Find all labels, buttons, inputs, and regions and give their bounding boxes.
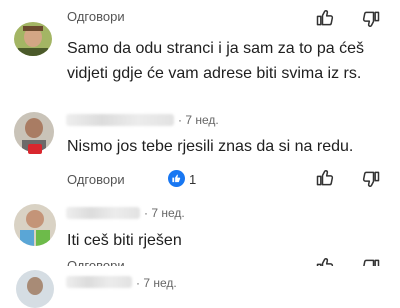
author-name[interactable] [66,207,140,219]
author-name[interactable] [66,114,174,126]
thumbs-down-icon[interactable] [360,9,382,29]
blue-like-badge-icon [168,170,185,187]
comment-text: Nismo jos tebe rjesili znas da si na red… [67,138,354,155]
comment-time: · 7 нед. [136,276,177,290]
comment-time: · 7 нед. [144,206,185,220]
author-name[interactable] [66,276,132,288]
reply-button[interactable]: Одговори [67,9,125,24]
avatar[interactable] [14,22,52,56]
reply-button[interactable]: Одговори [67,172,125,187]
comment-time: · 7 нед. [178,113,219,127]
flag-badge-icon [28,144,42,154]
thumbs-down-icon[interactable] [360,169,382,189]
comment-text: Iti ceš biti rješen [67,232,182,249]
thumbs-up-icon[interactable] [314,168,336,188]
comment-text: Samo da odu stranci i ja sam za to pa će… [67,40,365,82]
like-count: 1 [189,172,197,187]
avatar[interactable] [14,204,56,246]
thumbs-up-icon[interactable] [314,8,336,28]
avatar[interactable] [16,270,54,308]
